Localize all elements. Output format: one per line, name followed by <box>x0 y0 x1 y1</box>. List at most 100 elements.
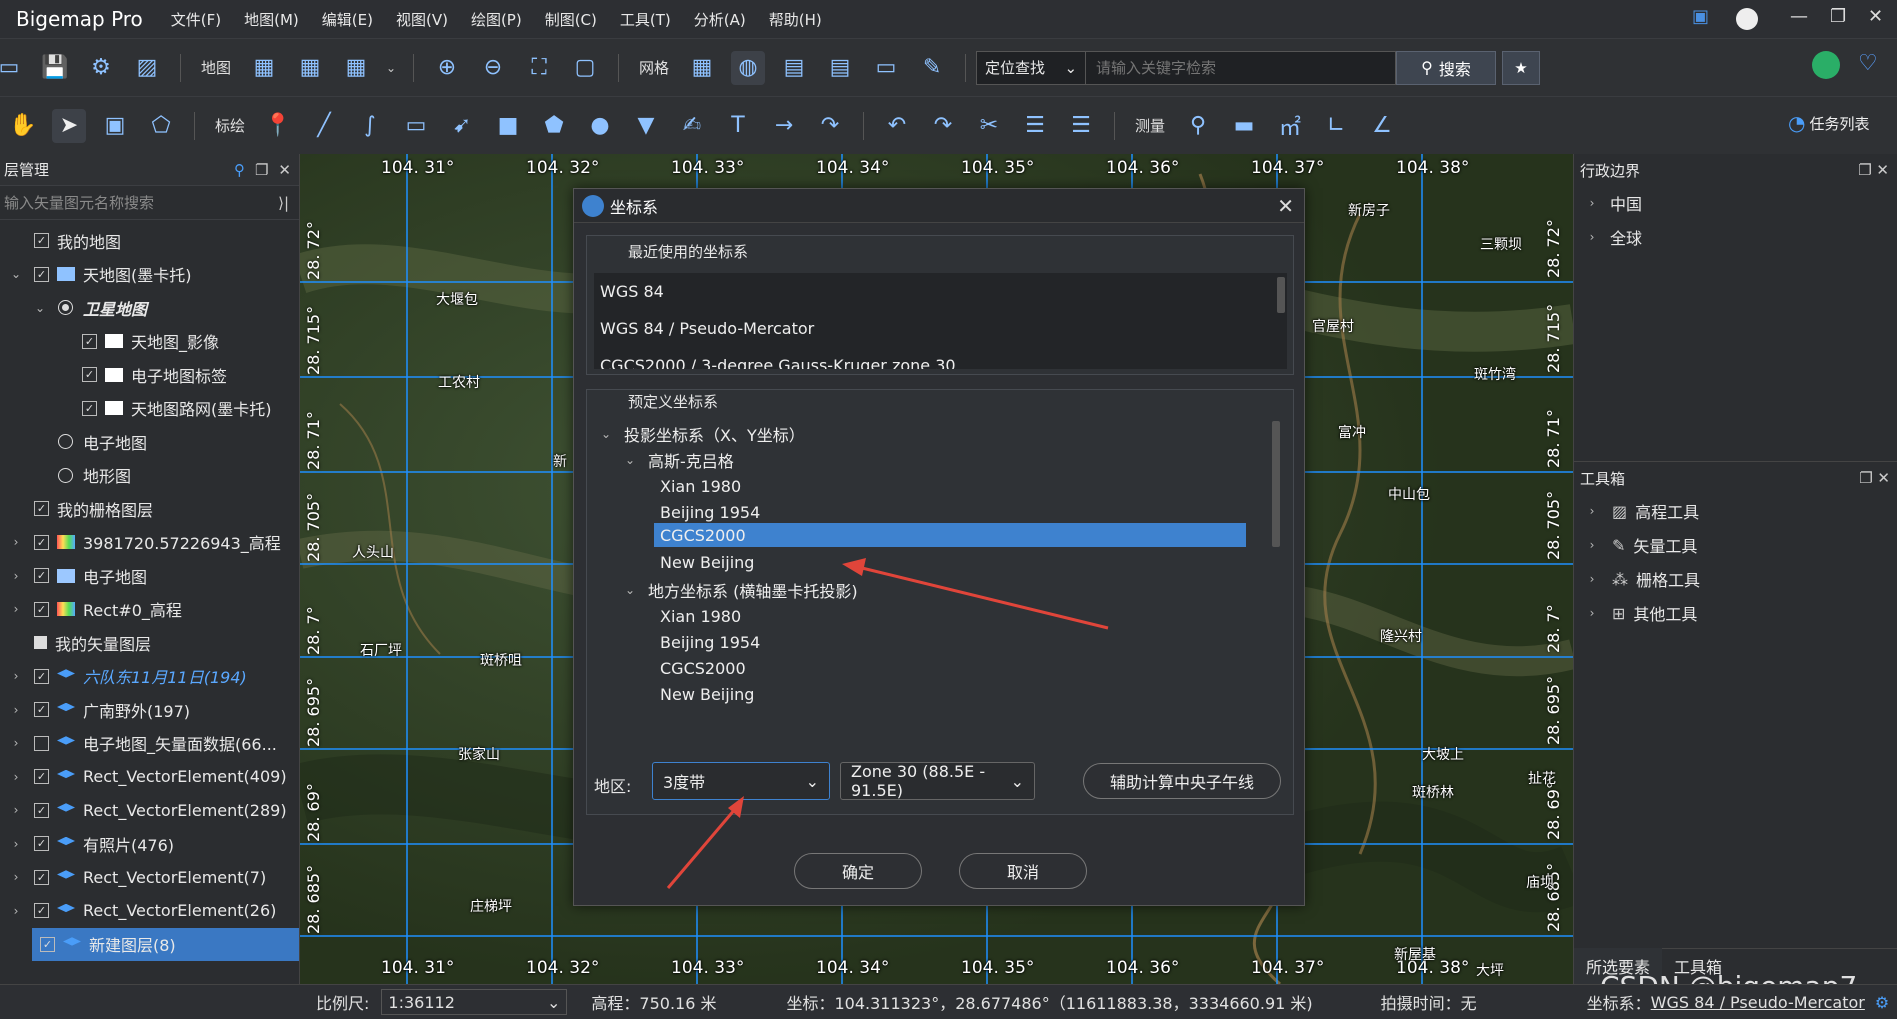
admin-item-global[interactable]: › 全球 <box>1574 220 1897 254</box>
layer-row[interactable]: ✓ 我的地图 <box>0 224 299 258</box>
km-grid-icon[interactable]: ▤ <box>777 51 811 85</box>
chevron-right-icon[interactable]: › <box>8 803 24 817</box>
layer-row[interactable]: 电子地图 <box>0 425 299 459</box>
cut-icon[interactable]: ✂ <box>972 109 1006 143</box>
tree-leaf-gauss-newbeijing[interactable]: New Beijing <box>654 547 1254 577</box>
layer-checkbox[interactable]: ✓ <box>34 501 49 517</box>
recent-crs-item[interactable]: WGS 84 / Pseudo-Mercator <box>594 310 1287 347</box>
pan-hand-icon[interactable]: ✋ <box>6 109 40 143</box>
layer-row[interactable]: ✓ 新建图层(8) <box>32 927 299 961</box>
brush-icon[interactable]: ✎ <box>915 51 949 85</box>
layer-checkbox[interactable]: ✓ <box>34 233 49 249</box>
layer-checkbox[interactable]: ✓ <box>34 802 49 818</box>
layer-row[interactable]: ⌄ ✓ 天地图(墨卡托) <box>0 258 299 292</box>
curved-arrow-icon[interactable]: ↷ <box>813 109 847 143</box>
layer-radio[interactable] <box>58 467 73 483</box>
select-area-icon[interactable]: ▣ <box>98 109 132 143</box>
toolbox-item-vector[interactable]: › ✎ 矢量工具 <box>1574 528 1897 562</box>
circle-icon[interactable]: ● <box>583 109 617 143</box>
float-close-icons[interactable]: ❐ ✕ <box>1859 469 1890 487</box>
menu-view[interactable]: 视图(V) <box>396 9 448 30</box>
layer-checkbox[interactable]: ✓ <box>34 668 49 684</box>
layer-checkbox[interactable]: ✓ <box>40 936 55 952</box>
chevron-right-icon[interactable]: › <box>8 602 24 616</box>
chevron-down-icon[interactable]: ⌄ <box>8 267 24 281</box>
nm-grid-icon[interactable]: ▤ <box>823 51 857 85</box>
layer-checkbox[interactable]: ✓ <box>34 266 49 282</box>
undo-icon[interactable]: ↶ <box>880 109 914 143</box>
search-button[interactable]: ⚲ 搜索 <box>1396 50 1497 85</box>
layer-row[interactable]: › ✓ 3981720.57226943_高程 <box>0 526 299 560</box>
chevron-right-icon[interactable]: › <box>8 770 24 784</box>
text-box-icon[interactable]: T <box>721 109 755 143</box>
collapse-icon[interactable]: ⟩| <box>278 194 289 212</box>
layer-row[interactable]: › ✓ 有照片(476) <box>0 827 299 861</box>
layer-checkbox[interactable]: ✓ <box>34 836 49 852</box>
redo-icon[interactable]: ↷ <box>926 109 960 143</box>
image-icon[interactable]: ▨ <box>130 51 164 85</box>
menu-file[interactable]: 文件(F) <box>171 9 221 30</box>
minimize-icon[interactable]: — <box>1790 6 1808 27</box>
chevron-right-icon[interactable]: › <box>8 837 24 851</box>
full-extent-icon[interactable]: ▢ <box>568 51 602 85</box>
menu-analysis[interactable]: 分析(A) <box>694 9 746 30</box>
layer-row[interactable]: › 电子地图_矢量面数据(66... <box>0 727 299 761</box>
chevron-down-icon[interactable]: ⌄ <box>385 51 397 85</box>
open-icon[interactable]: ▭ <box>0 51 26 85</box>
rectangle-icon[interactable]: ▭ <box>399 109 433 143</box>
menu-edit[interactable]: 编辑(E) <box>322 9 373 30</box>
layer-row[interactable]: ✓ 天地图_影像 <box>0 325 299 359</box>
scale-combo[interactable]: 1:36112 ⌄ <box>381 989 568 1015</box>
layer-row[interactable]: ✓ 我的栅格图层 <box>0 492 299 526</box>
layer-list-icon[interactable]: ☰ <box>1064 109 1098 143</box>
favorite-button[interactable]: ★ <box>1502 50 1541 85</box>
layer-search-input[interactable]: 输入矢量图元名称搜索 ⟩| <box>0 186 299 220</box>
toolbox-item-raster[interactable]: › ⁂ 栅格工具 <box>1574 562 1897 596</box>
menu-draw[interactable]: 绘图(P) <box>471 9 522 30</box>
zone-combo[interactable]: Zone 30 (88.5E - 91.5E) ⌄ <box>840 762 1035 800</box>
curve-icon[interactable]: ∫ <box>353 109 387 143</box>
close-icon[interactable]: ✕ <box>1277 194 1294 218</box>
measure-angle-icon[interactable]: ∟ <box>1319 109 1353 143</box>
layer-row[interactable]: › ✓ 电子地图 <box>0 559 299 593</box>
wechat-icon[interactable] <box>1812 51 1840 79</box>
lonlat-grid-icon[interactable]: ◍ <box>731 50 766 85</box>
chevron-right-icon[interactable]: › <box>8 736 24 750</box>
layer-row[interactable]: › ✓ Rect_VectorElement(289) <box>0 794 299 828</box>
layer-row[interactable]: 地形图 <box>0 459 299 493</box>
layer-checkbox[interactable]: ✓ <box>82 367 97 383</box>
select-polygon-icon[interactable]: ⬠ <box>144 109 178 143</box>
layer-checkbox[interactable] <box>34 636 47 650</box>
avatar[interactable] <box>1736 8 1758 30</box>
line-icon[interactable]: ╱ <box>307 109 341 143</box>
layer-row[interactable]: › ✓ 六队东11月11日(194) <box>0 660 299 694</box>
zoom-in-icon[interactable]: ⊕ <box>430 51 464 85</box>
layer-checkbox[interactable]: ✓ <box>82 333 97 349</box>
tree-leaf-local-newbeijing[interactable]: New Beijing <box>654 679 1254 709</box>
layer-checkbox[interactable]: ✓ <box>82 400 97 416</box>
arrow-shape-icon[interactable]: ➹ <box>445 109 479 143</box>
layer-checkbox[interactable]: ✓ <box>34 869 49 885</box>
grid-icon[interactable]: ▦ <box>685 51 719 85</box>
folder-icon[interactable]: ▭ <box>869 51 903 85</box>
layer-checkbox[interactable]: ✓ <box>34 769 49 785</box>
menu-cartography[interactable]: 制图(C) <box>545 9 597 30</box>
recent-list-scrollbar[interactable] <box>1277 277 1285 313</box>
layer-radio[interactable] <box>58 434 73 450</box>
measure-point-icon[interactable]: ⚲ <box>1181 109 1215 143</box>
chevron-right-icon[interactable]: › <box>8 569 24 583</box>
recent-crs-item[interactable]: WGS 84 <box>594 273 1287 310</box>
night-map-icon[interactable]: ▦ <box>293 51 327 85</box>
marker-icon[interactable]: 📍 <box>261 109 295 143</box>
measure-distance-icon[interactable]: ▬ <box>1227 109 1261 143</box>
layer-checkbox[interactable]: ✓ <box>34 568 49 584</box>
chevron-right-icon[interactable]: › <box>8 535 24 549</box>
layer-row[interactable]: ⌄ 卫星地图 <box>0 291 299 325</box>
settings-icon[interactable]: ⚙ <box>84 51 118 85</box>
locate-combo[interactable]: 定位查找 ⌄ <box>976 50 1087 85</box>
layer-checkbox[interactable]: ✓ <box>34 702 49 718</box>
measure-area-icon[interactable]: ㎡ <box>1273 109 1307 143</box>
attribute-table-icon[interactable]: ☰ <box>1018 109 1052 143</box>
restore-icon[interactable]: ❐ <box>1830 6 1846 27</box>
float-close-icons[interactable]: ❐ ✕ <box>1858 161 1889 179</box>
